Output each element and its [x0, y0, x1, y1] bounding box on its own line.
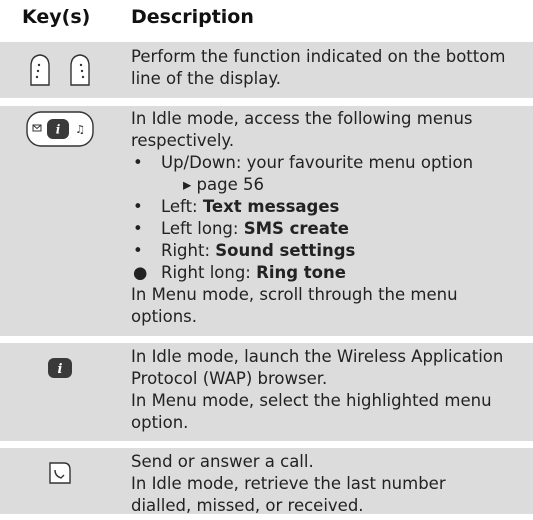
- svg-text:i: i: [56, 123, 61, 137]
- bullet-item: • Right: Sound settings: [133, 241, 356, 260]
- row-text-line: options.: [131, 307, 198, 326]
- row-text-line: line of the display.: [131, 69, 281, 88]
- row-text-line: In Idle mode, access the following menus: [131, 109, 473, 128]
- row-text-line: option.: [131, 413, 189, 432]
- row-text-line: Protocol (WAP) browser.: [131, 369, 328, 388]
- row-text-line: respectively.: [131, 131, 235, 150]
- svg-text:i: i: [58, 362, 63, 377]
- bullet-item: • Left long: SMS create: [133, 219, 349, 238]
- row-text-line: In Menu mode, scroll through the menu: [131, 285, 458, 304]
- row-text-line: Perform the function indicated on the bo…: [131, 47, 506, 66]
- row-text-line: In Idle mode, launch the Wireless Applic…: [131, 347, 504, 366]
- table-row-send-key: Send or answer a call. In Idle mode, ret…: [0, 448, 533, 515]
- row-text-line: In Idle mode, retrieve the last number: [131, 474, 446, 493]
- bullet-item: • Up/Down: your favourite menu option: [133, 153, 474, 172]
- table-row-navigation-keys: i ♫ In Idle mode, access the following m…: [0, 106, 533, 336]
- table-row-soft-keys: Perform the function indicated on the bo…: [0, 42, 533, 98]
- table-row-wap-key: i In Idle mode, launch the Wireless Appl…: [0, 343, 533, 441]
- row-text-line: In Menu mode, select the highlighted men…: [131, 391, 492, 410]
- page-reference: ▸ page 56: [183, 175, 264, 194]
- keys-column-header: Key(s): [22, 6, 91, 28]
- description-column-header: Description: [131, 6, 254, 28]
- row-text-line: dialled, missed, or received.: [131, 496, 364, 515]
- wap-key-icon: i: [0, 343, 120, 441]
- bullet-item: ● Right long: Ring tone: [133, 263, 346, 282]
- svg-text:♫: ♫: [75, 123, 85, 136]
- send-key-icon: [0, 448, 120, 514]
- soft-keys-icon: [0, 42, 120, 98]
- bullet-item: • Left: Text messages: [133, 197, 340, 216]
- row-text-line: Send or answer a call.: [131, 452, 314, 471]
- navigation-keys-icon: i ♫: [0, 106, 120, 336]
